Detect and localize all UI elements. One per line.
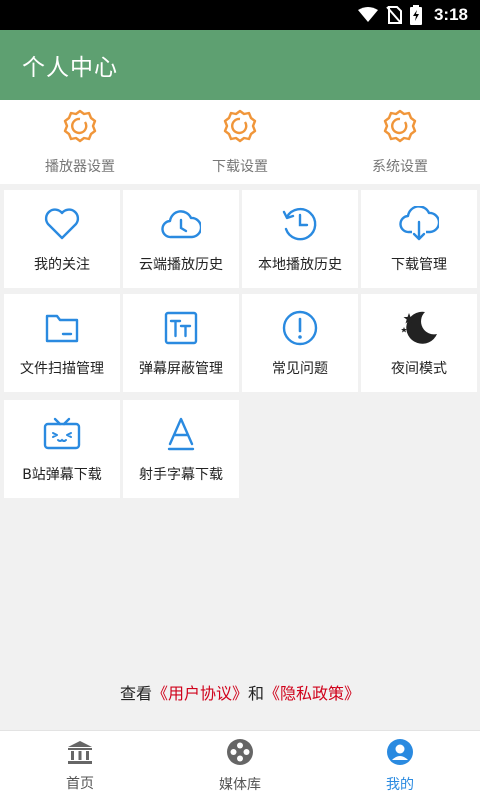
nav-label: 媒体库 — [219, 776, 261, 793]
download-settings-button[interactable]: 下载设置 — [160, 100, 320, 184]
tile-label: 我的关注 — [34, 257, 90, 273]
user-agreement-link[interactable]: 《用户协议》 — [152, 684, 248, 703]
download-manager-tile[interactable]: 下载管理 — [361, 190, 477, 288]
status-bar: 3:18 — [0, 0, 480, 30]
faq-tile[interactable]: 常见问题 — [242, 294, 358, 392]
nav-label: 我的 — [386, 776, 414, 793]
text-block-icon — [161, 308, 201, 348]
tile-label: 弹幕屏蔽管理 — [139, 361, 223, 377]
shooter-subtitle-download-tile[interactable]: 射手字幕下载 — [123, 400, 239, 498]
tile-label: 文件扫描管理 — [20, 361, 104, 377]
battery-charging-icon — [409, 5, 422, 25]
agreement-prefix: 查看 — [119, 684, 152, 703]
moon-stars-icon — [399, 308, 439, 348]
download-settings-label: 下载设置 — [212, 159, 268, 175]
tile-label: 常见问题 — [272, 361, 328, 377]
tile-label: B站弹幕下载 — [22, 467, 102, 483]
letter-a-icon — [161, 414, 201, 454]
bilibili-danmaku-download-tile[interactable]: B站弹幕下载 — [4, 400, 120, 498]
system-settings-label: 系统设置 — [372, 159, 428, 175]
nav-media-library[interactable]: 媒体库 — [160, 731, 320, 800]
tile-label: 射手字幕下载 — [139, 467, 223, 483]
app-header: 个人中心 — [0, 30, 480, 100]
wifi-icon — [357, 7, 378, 23]
history-clock-icon — [280, 204, 320, 244]
status-time: 3:18 — [433, 5, 468, 24]
nav-label: 首页 — [66, 775, 94, 792]
my-follows-tile[interactable]: 我的关注 — [4, 190, 120, 288]
tile-label: 云端播放历史 — [139, 257, 223, 273]
cloud-history-tile[interactable]: 云端播放历史 — [123, 190, 239, 288]
folder-icon — [42, 308, 82, 348]
film-reel-icon — [226, 738, 254, 770]
night-mode-tile[interactable]: 夜间模式 — [361, 294, 477, 392]
settings-row: 播放器设置 下载设置 系统设置 — [0, 100, 480, 184]
no-sim-icon — [386, 6, 402, 24]
bottom-nav: 首页 媒体库 我的 — [0, 730, 480, 800]
tile-label: 下载管理 — [391, 257, 447, 273]
tile-label: 夜间模式 — [391, 361, 447, 377]
nav-mine[interactable]: 我的 — [320, 731, 480, 800]
user-icon — [386, 738, 414, 770]
bilibili-tv-icon — [42, 414, 82, 454]
agreement-conjunction: 和 — [248, 684, 265, 703]
tile-label: 本地播放历史 — [258, 257, 342, 273]
heart-icon — [42, 204, 82, 244]
gear-icon — [62, 108, 98, 148]
bank-icon — [66, 739, 94, 769]
privacy-policy-link[interactable]: 《隐私政策》 — [264, 684, 360, 703]
player-settings-button[interactable]: 播放器设置 — [0, 100, 160, 184]
cloud-clock-icon — [161, 204, 201, 244]
gear-icon — [222, 108, 258, 148]
file-scan-tile[interactable]: 文件扫描管理 — [4, 294, 120, 392]
page-title: 个人中心 — [22, 55, 118, 81]
local-history-tile[interactable]: 本地播放历史 — [242, 190, 358, 288]
nav-home[interactable]: 首页 — [0, 731, 160, 800]
agreement-text: 查看《用户协议》和《隐私政策》 — [0, 680, 480, 704]
cloud-download-icon — [399, 204, 439, 244]
system-settings-button[interactable]: 系统设置 — [320, 100, 480, 184]
player-settings-label: 播放器设置 — [45, 159, 115, 175]
danmaku-block-tile[interactable]: 弹幕屏蔽管理 — [123, 294, 239, 392]
gear-icon — [382, 108, 418, 148]
exclamation-icon — [280, 308, 320, 348]
